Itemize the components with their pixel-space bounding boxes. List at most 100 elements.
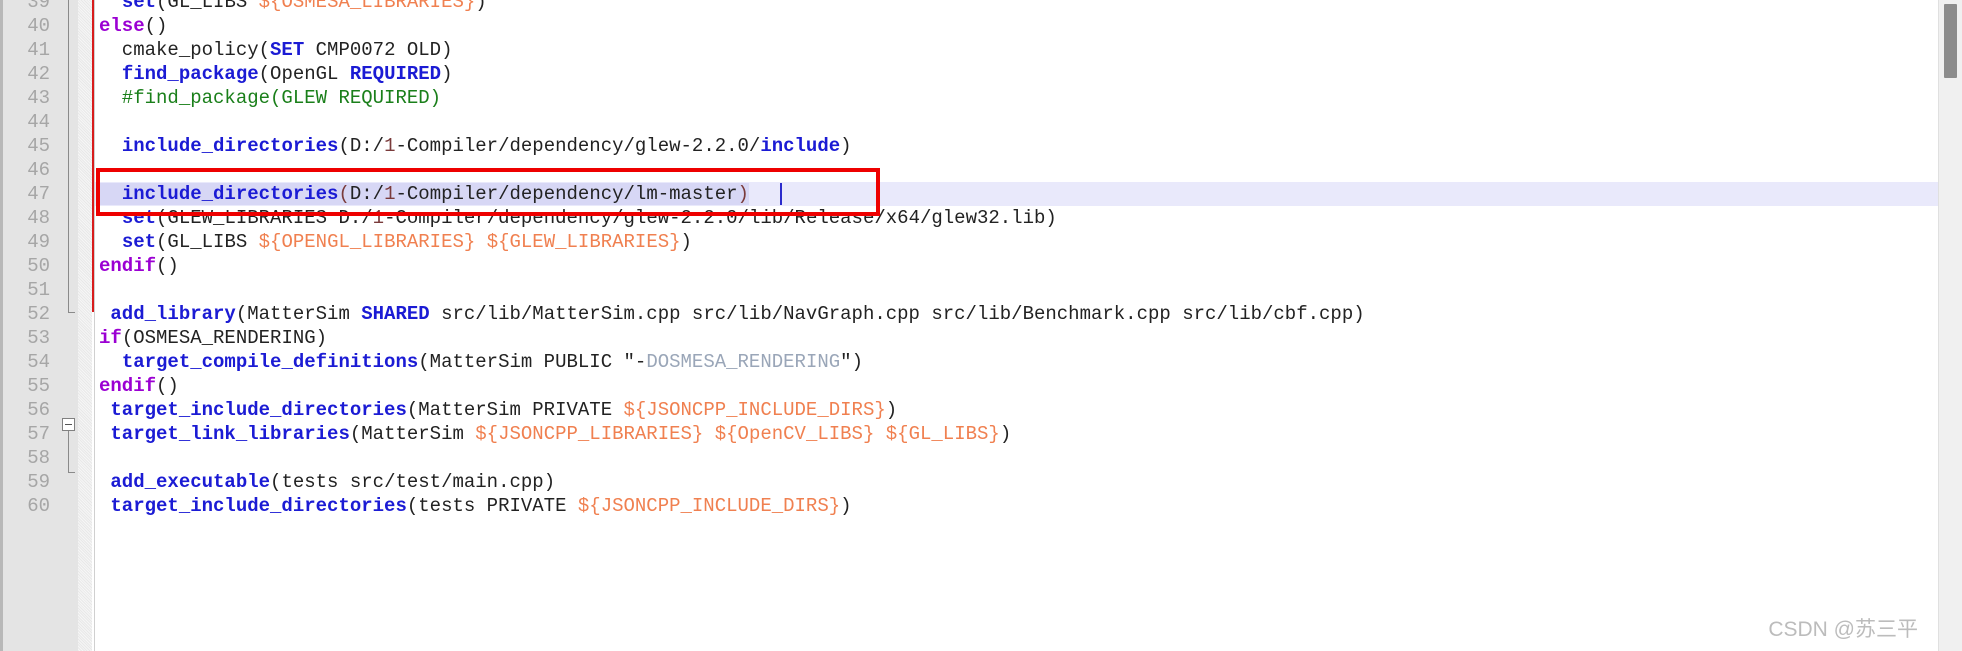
token: -Compiler/dependency/glew-2.2.0/ xyxy=(395,135,761,157)
line-number: 49 xyxy=(27,231,50,253)
token: include_directories xyxy=(121,183,339,205)
line-number: 48 xyxy=(27,207,50,229)
code-line-51[interactable]: 51 xyxy=(0,278,1938,302)
line-number: 41 xyxy=(27,39,50,61)
token: (MatterSim PRIVATE xyxy=(406,399,624,421)
code-text[interactable]: target_link_libraries(MatterSim ${JSONCP… xyxy=(99,422,1011,446)
token: 1 xyxy=(384,183,396,205)
line-number: 60 xyxy=(27,495,50,517)
token: find_package xyxy=(121,63,259,85)
code-text[interactable]: include_directories(D:/1-Compiler/depend… xyxy=(99,182,749,206)
code-text[interactable]: set(GL_LIBS ${OSMESA_LIBRARIES}) xyxy=(99,0,487,14)
code-text[interactable]: add_library(MatterSim SHARED src/lib/Mat… xyxy=(99,302,1365,326)
code-line-53[interactable]: 53 if(OSMESA_RENDERING) xyxy=(0,326,1938,350)
token: target_include_directories xyxy=(110,399,407,421)
token: SET xyxy=(270,39,305,61)
line-number: 47 xyxy=(27,183,50,205)
token: ${GLEW_LIBRARIES} xyxy=(486,231,681,253)
code-line-59[interactable]: 59 add_executable(tests src/test/main.cp… xyxy=(0,470,1938,494)
code-line-41[interactable]: 41 cmake_policy(SET CMP0072 OLD) xyxy=(0,38,1938,62)
code-text[interactable]: add_executable(tests src/test/main.cpp) xyxy=(99,470,555,494)
token: endif xyxy=(99,255,157,277)
code-line-48[interactable]: 48 set(GLEW_LIBRARIES D:/1-Compiler/depe… xyxy=(0,206,1938,230)
code-line-60[interactable]: 60 target_include_directories(tests PRIV… xyxy=(0,494,1938,518)
token: src/lib/MatterSim.cpp src/lib/NavGraph.c… xyxy=(429,303,1365,325)
code-line-47[interactable]: 47 include_directories(D:/1-Compiler/dep… xyxy=(0,182,1938,206)
code-text[interactable]: target_include_directories(tests PRIVATE… xyxy=(99,494,851,518)
token: include_directories xyxy=(121,135,339,157)
code-line-45[interactable]: 45 include_directories(D:/1-Compiler/dep… xyxy=(0,134,1938,158)
code-text[interactable]: #find_package(GLEW REQUIRED) xyxy=(99,86,441,110)
token: -Compiler/dependency/lm-master xyxy=(395,183,738,205)
token: () xyxy=(156,375,179,397)
code-text[interactable]: cmake_policy(SET CMP0072 OLD) xyxy=(99,38,453,62)
code-text[interactable]: endif() xyxy=(99,254,179,278)
code-line-55[interactable]: 55 endif() xyxy=(0,374,1938,398)
token: ${OpenCV_LIBS} xyxy=(714,423,875,445)
token: ${GL_LIBS} xyxy=(885,423,1000,445)
code-line-39[interactable]: 39 set(GL_LIBS ${OSMESA_LIBRARIES}) xyxy=(0,0,1938,14)
token: ( xyxy=(338,183,350,205)
vertical-scrollbar[interactable] xyxy=(1938,0,1962,651)
token: ) xyxy=(737,183,749,205)
code-text[interactable]: endif() xyxy=(99,374,179,398)
code-line-56[interactable]: 56 target_include_directories(MatterSim … xyxy=(0,398,1938,422)
token: ${JSONCPP_INCLUDE_DIRS} xyxy=(577,495,841,517)
token: target_include_directories xyxy=(110,495,407,517)
token: ${JSONCPP_LIBRARIES} xyxy=(475,423,704,445)
code-line-44[interactable]: 44 xyxy=(0,110,1938,134)
code-line-42[interactable]: 42 find_package(OpenGL REQUIRED) xyxy=(0,62,1938,86)
code-line-54[interactable]: 54 target_compile_definitions(MatterSim … xyxy=(0,350,1938,374)
code-line-57[interactable]: 57 target_link_libraries(MatterSim ${JSO… xyxy=(0,422,1938,446)
code-line-50[interactable]: 50 endif() xyxy=(0,254,1938,278)
token: DOSMESA_RENDERING xyxy=(646,351,841,373)
code-text[interactable]: if(OSMESA_RENDERING) xyxy=(99,326,327,350)
code-line-46[interactable]: 46 xyxy=(0,158,1938,182)
scrollbar-thumb[interactable] xyxy=(1944,4,1957,78)
line-number: 46 xyxy=(27,159,50,181)
code-text[interactable]: else() xyxy=(99,14,167,38)
token: () xyxy=(144,15,168,37)
line-number: 57 xyxy=(27,423,50,445)
token: " xyxy=(840,351,852,373)
code-text[interactable]: set(GLEW_LIBRARIES D:/1-Compiler/depende… xyxy=(99,206,1057,230)
token: -Compiler/dependency/glew-2.2.0/lib/Rele… xyxy=(384,207,1057,229)
code-text[interactable]: target_include_directories(MatterSim PRI… xyxy=(99,398,897,422)
token: (OSMESA_RENDERING) xyxy=(121,327,328,349)
code-line-43[interactable]: 43 #find_package(GLEW REQUIRED) xyxy=(0,86,1938,110)
code-line-58[interactable]: 58 xyxy=(0,446,1938,470)
token: ) xyxy=(475,0,487,13)
token: set xyxy=(121,231,157,253)
code-text[interactable]: include_directories(D:/1-Compiler/depend… xyxy=(99,134,852,158)
code-text[interactable]: set(GL_LIBS ${OPENGL_LIBRARIES} ${GLEW_L… xyxy=(99,230,692,254)
code-text[interactable]: target_compile_definitions(MatterSim PUB… xyxy=(99,350,863,374)
token: add_executable xyxy=(110,471,271,493)
token: if xyxy=(99,327,122,349)
csdn-watermark: CSDN @苏三平 xyxy=(1768,618,1918,641)
token: ) xyxy=(441,63,453,85)
line-number: 42 xyxy=(27,63,50,85)
code-line-49[interactable]: 49 set(GL_LIBS ${OPENGL_LIBRARIES} ${GLE… xyxy=(0,230,1938,254)
token: ) xyxy=(851,351,863,373)
code-editor[interactable]: 39 set(GL_LIBS ${OSMESA_LIBRARIES}) 40 els… xyxy=(0,0,1962,651)
token: ${OSMESA_LIBRARIES} xyxy=(258,0,476,13)
line-number: 51 xyxy=(27,279,50,301)
code-text[interactable]: find_package(OpenGL REQUIRED) xyxy=(99,62,453,86)
line-number: 54 xyxy=(27,351,50,373)
token: (tests PRIVATE xyxy=(406,495,578,517)
token: D:/ xyxy=(349,183,385,205)
token: else xyxy=(99,15,145,37)
code-line-40[interactable]: 40 else() xyxy=(0,14,1938,38)
line-number: 59 xyxy=(27,471,50,493)
token: (MatterSim PUBLIC xyxy=(418,351,624,373)
code-line-52[interactable]: 52 add_library(MatterSim SHARED src/lib/… xyxy=(0,302,1938,326)
